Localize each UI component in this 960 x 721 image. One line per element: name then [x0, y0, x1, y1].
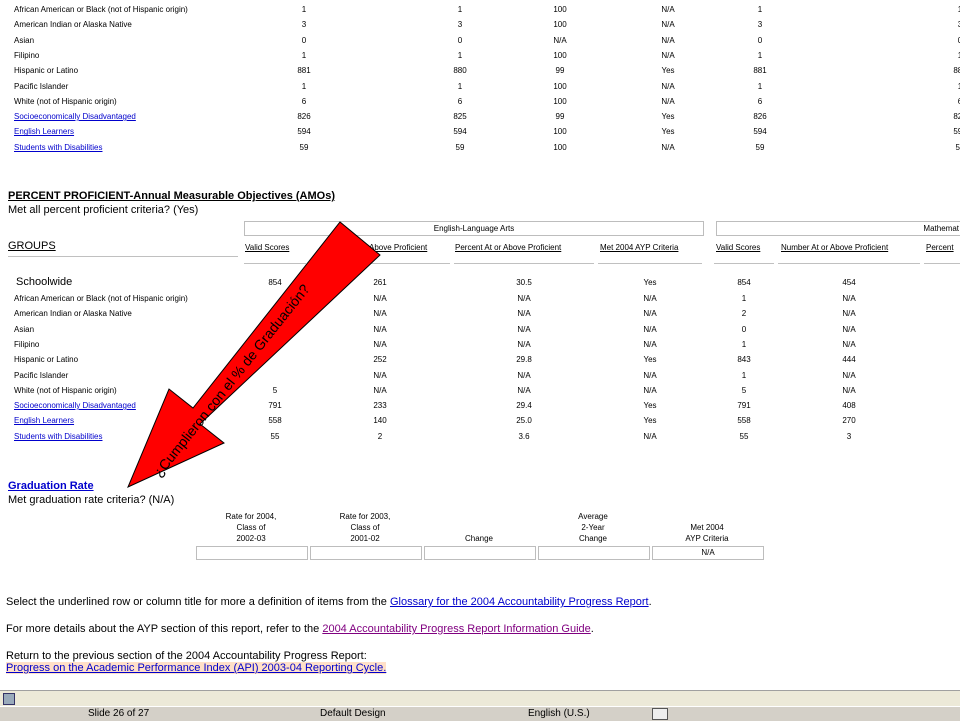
annotation-overlay: ¿Cumplieron con el % de Graduación?: [127, 221, 381, 488]
arrow-annotation-text: ¿Cumplieron con el % de Graduación?: [150, 281, 313, 480]
